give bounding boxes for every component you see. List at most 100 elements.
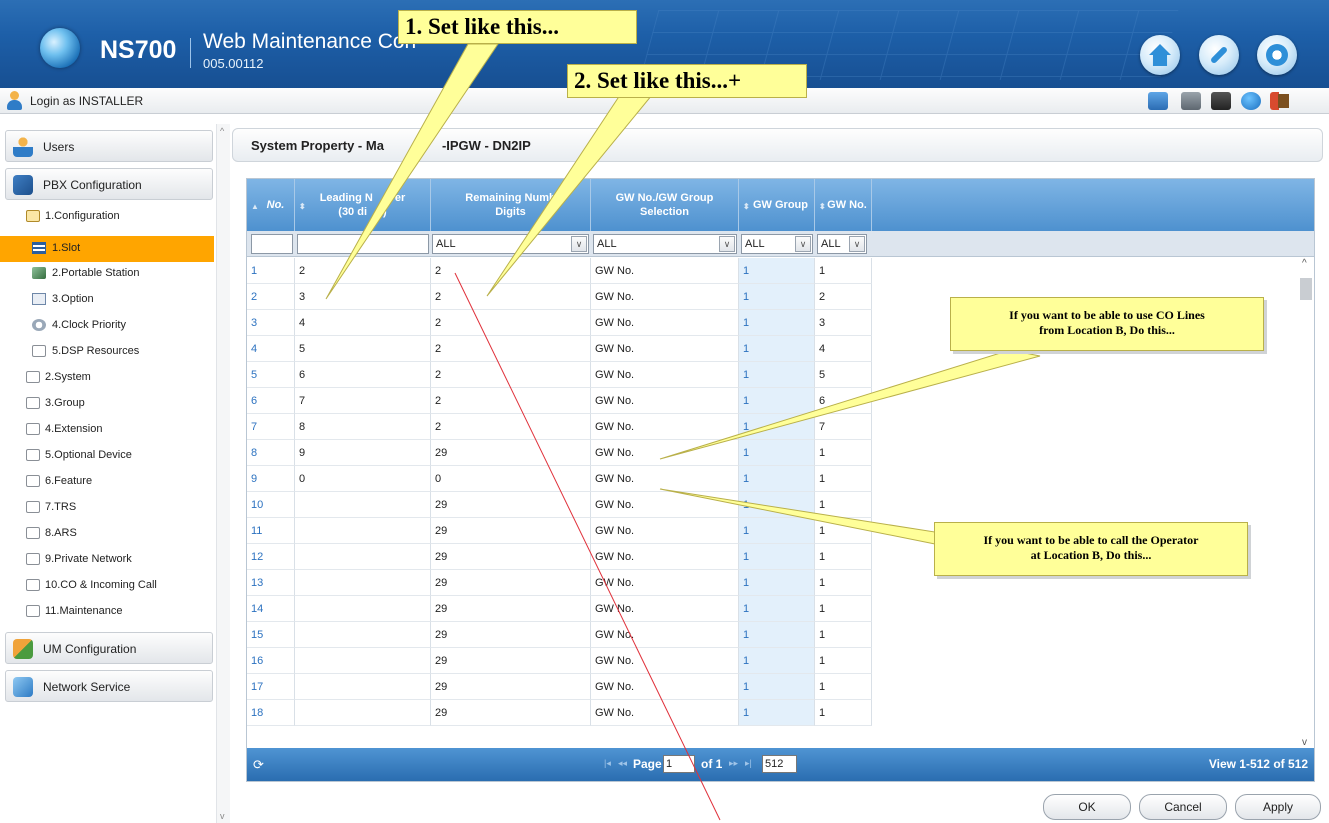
cell-leading[interactable]: 8 [295, 414, 431, 440]
sidebar-section-network[interactable]: Network Service [5, 670, 213, 702]
filter-selection-select[interactable]: ALL ∨ [593, 234, 737, 254]
filter-gw-no-select[interactable]: ALL ∨ [817, 234, 867, 254]
cell-gw-group[interactable]: 1 [739, 648, 815, 674]
tree-item-private-network[interactable]: 9.Private Network [0, 547, 214, 573]
table-row[interactable]: 18 29 GW No. 1 1 [247, 700, 872, 726]
sidebar-section-um[interactable]: UM Configuration [5, 632, 213, 664]
cell-gw-no[interactable]: 1 [815, 674, 872, 700]
cell-gw-group[interactable]: 1 [739, 466, 815, 492]
table-row[interactable]: 14 29 GW No. 1 1 [247, 596, 872, 622]
cell-remaining[interactable]: 29 [431, 492, 591, 518]
cell-leading[interactable] [295, 674, 431, 700]
column-header-selection[interactable]: GW No./GW Group Selection [591, 179, 739, 231]
chevron-down-icon[interactable]: ∨ [849, 236, 865, 252]
cell-gw-no[interactable]: 1 [815, 544, 872, 570]
cell-remaining[interactable]: 29 [431, 622, 591, 648]
table-row[interactable]: 5 6 2 GW No. 1 5 [247, 362, 872, 388]
filter-leading-input[interactable] [297, 234, 429, 254]
cell-gw-group[interactable]: 1 [739, 674, 815, 700]
scroll-up-icon[interactable]: ^ [220, 126, 224, 136]
cell-leading[interactable] [295, 700, 431, 726]
cell-leading[interactable] [295, 544, 431, 570]
cell-gw-group[interactable]: 1 [739, 596, 815, 622]
tree-item-option[interactable]: 3.Option [0, 287, 214, 313]
cell-gw-group[interactable]: 1 [739, 310, 815, 336]
table-row[interactable]: 4 5 2 GW No. 1 4 [247, 336, 872, 362]
cell-gw-no[interactable]: 1 [815, 622, 872, 648]
table-row[interactable]: 15 29 GW No. 1 1 [247, 622, 872, 648]
cell-selection[interactable]: GW No. [591, 518, 739, 544]
cell-selection[interactable]: GW No. [591, 622, 739, 648]
table-row[interactable]: 2 3 2 GW No. 1 2 [247, 284, 872, 310]
tree-item-trs[interactable]: 7.TRS [0, 495, 214, 521]
tree-item-slot[interactable]: 1.Slot [0, 236, 214, 262]
cell-selection[interactable]: GW No. [591, 648, 739, 674]
cell-remaining[interactable]: 2 [431, 336, 591, 362]
prev-page-icon[interactable]: ◂◂ [618, 758, 627, 769]
cell-gw-no[interactable]: 4 [815, 336, 872, 362]
tree-item-ars[interactable]: 8.ARS [0, 521, 214, 547]
cell-gw-no[interactable]: 1 [815, 596, 872, 622]
grid-scrollbar[interactable]: ^ v [1298, 258, 1314, 748]
cell-remaining[interactable]: 29 [431, 570, 591, 596]
cell-selection[interactable]: GW No. [591, 258, 739, 284]
table-row[interactable]: 9 0 0 GW No. 1 1 [247, 466, 872, 492]
apply-button[interactable]: Apply [1235, 794, 1321, 820]
tree-item-configuration[interactable]: 1.Configuration [0, 204, 214, 230]
cell-gw-group[interactable]: 1 [739, 544, 815, 570]
table-row[interactable]: 3 4 2 GW No. 1 3 [247, 310, 872, 336]
cell-remaining[interactable]: 2 [431, 362, 591, 388]
cell-gw-group[interactable]: 1 [739, 362, 815, 388]
table-row[interactable]: 8 9 29 GW No. 1 1 [247, 440, 872, 466]
table-row[interactable]: 17 29 GW No. 1 1 [247, 674, 872, 700]
scroll-down-icon[interactable]: v [1302, 737, 1307, 748]
cell-gw-group[interactable]: 1 [739, 622, 815, 648]
cell-gw-group[interactable]: 1 [739, 570, 815, 596]
cell-remaining[interactable]: 29 [431, 700, 591, 726]
tree-item-co-incoming-call[interactable]: 10.CO & Incoming Call [0, 573, 214, 599]
gear-icon[interactable] [1257, 35, 1297, 75]
column-header-gw-no[interactable]: ⬍ GW No. [815, 179, 872, 231]
cell-leading[interactable]: 5 [295, 336, 431, 362]
cell-gw-no[interactable]: 1 [815, 466, 872, 492]
chevron-down-icon[interactable]: ∨ [719, 236, 735, 252]
chevron-down-icon[interactable]: ∨ [571, 236, 587, 252]
filter-no-input[interactable] [251, 234, 293, 254]
table-row[interactable]: 12 29 GW No. 1 1 [247, 544, 872, 570]
cell-gw-no[interactable]: 1 [815, 518, 872, 544]
tree-item-feature[interactable]: 6.Feature [0, 469, 214, 495]
cell-remaining[interactable]: 2 [431, 388, 591, 414]
cell-gw-no[interactable]: 6 [815, 388, 872, 414]
cell-selection[interactable]: GW No. [591, 284, 739, 310]
chevron-down-icon[interactable]: ∨ [795, 236, 811, 252]
table-row[interactable]: 7 8 2 GW No. 1 7 [247, 414, 872, 440]
cell-gw-group[interactable]: 1 [739, 700, 815, 726]
tree-item-group[interactable]: 3.Group [0, 391, 214, 417]
table-row[interactable]: 11 29 GW No. 1 1 [247, 518, 872, 544]
cell-selection[interactable]: GW No. [591, 440, 739, 466]
info-icon[interactable] [1241, 92, 1261, 110]
sidebar-section-pbx[interactable]: PBX Configuration [5, 168, 213, 200]
cell-gw-no[interactable]: 1 [815, 700, 872, 726]
cell-remaining[interactable]: 2 [431, 284, 591, 310]
cell-selection[interactable]: GW No. [591, 700, 739, 726]
cell-leading[interactable]: 2 [295, 258, 431, 284]
cell-selection[interactable]: GW No. [591, 362, 739, 388]
cell-gw-group[interactable]: 1 [739, 284, 815, 310]
cell-gw-no[interactable]: 5 [815, 362, 872, 388]
ok-button[interactable]: OK [1043, 794, 1131, 820]
cell-selection[interactable]: GW No. [591, 544, 739, 570]
tree-item-optional-device[interactable]: 5.Optional Device [0, 443, 214, 469]
cell-gw-group[interactable]: 1 [739, 388, 815, 414]
tree-item-maintenance[interactable]: 11.Maintenance [0, 599, 214, 625]
cell-selection[interactable]: GW No. [591, 336, 739, 362]
tree-item-extension[interactable]: 4.Extension [0, 417, 214, 443]
cell-leading[interactable] [295, 570, 431, 596]
column-header-leading-number[interactable]: ⬍ Leading N er (30 di) [295, 179, 431, 231]
cell-gw-no[interactable]: 3 [815, 310, 872, 336]
next-page-icon[interactable]: ▸▸ [729, 758, 738, 769]
scroll-down-icon[interactable]: v [220, 811, 225, 821]
cell-remaining[interactable]: 29 [431, 544, 591, 570]
cell-selection[interactable]: GW No. [591, 388, 739, 414]
table-row[interactable]: 6 7 2 GW No. 1 6 [247, 388, 872, 414]
